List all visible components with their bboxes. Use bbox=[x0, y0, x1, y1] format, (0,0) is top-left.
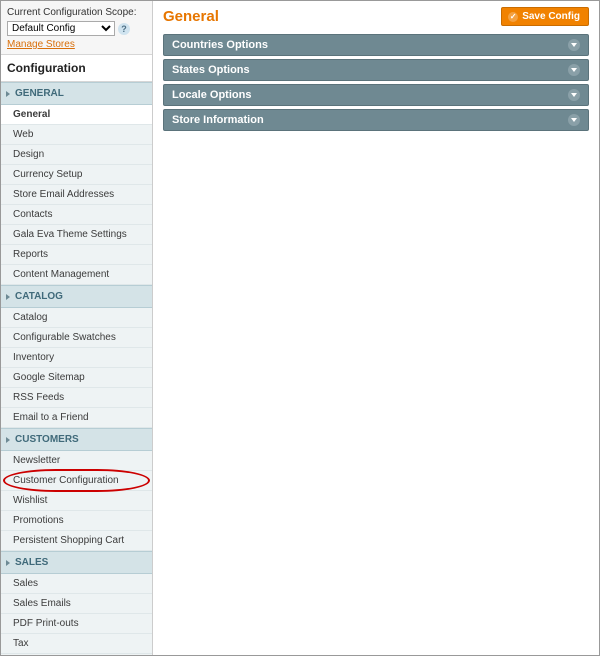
help-icon[interactable]: ? bbox=[118, 23, 130, 35]
nav-section-header[interactable]: CATALOG bbox=[1, 285, 152, 308]
nav-section-header[interactable]: SALES bbox=[1, 551, 152, 574]
sidebar-item[interactable]: Google Sitemap bbox=[1, 368, 152, 388]
sidebar-item[interactable]: Wishlist bbox=[1, 491, 152, 511]
fieldset-header[interactable]: States Options bbox=[163, 59, 589, 81]
scope-box: Current Configuration Scope: Default Con… bbox=[1, 1, 152, 55]
fieldset-label: Countries Options bbox=[172, 39, 268, 51]
configuration-heading: Configuration bbox=[1, 55, 152, 82]
nav-list: NewsletterCustomer ConfigurationWishlist… bbox=[1, 451, 152, 551]
fieldset-header[interactable]: Locale Options bbox=[163, 84, 589, 106]
sidebar-item[interactable]: Reports bbox=[1, 245, 152, 265]
save-config-label: Save Config bbox=[522, 11, 580, 22]
fieldset-label: Locale Options bbox=[172, 89, 251, 101]
sidebar-item[interactable]: General bbox=[1, 105, 152, 125]
main-content: General ✓ Save Config Countries Options S… bbox=[153, 1, 599, 655]
sidebar-item[interactable]: Checkout bbox=[1, 654, 152, 655]
sidebar-item[interactable]: Contacts bbox=[1, 205, 152, 225]
scope-label: Current Configuration Scope: bbox=[7, 7, 146, 18]
scope-select[interactable]: Default Config bbox=[7, 21, 115, 36]
chevron-down-icon bbox=[568, 39, 580, 51]
sidebar-item[interactable]: Newsletter bbox=[1, 451, 152, 471]
sidebar-item[interactable]: Currency Setup bbox=[1, 165, 152, 185]
save-config-button[interactable]: ✓ Save Config bbox=[501, 7, 589, 26]
chevron-down-icon bbox=[568, 114, 580, 126]
check-icon: ✓ bbox=[508, 12, 518, 22]
sidebar-item[interactable]: Design bbox=[1, 145, 152, 165]
page-title: General bbox=[163, 8, 219, 25]
fieldset-header[interactable]: Countries Options bbox=[163, 34, 589, 56]
nav-list: SalesSales EmailsPDF Print-outsTaxChecko… bbox=[1, 574, 152, 655]
nav-section-header[interactable]: CUSTOMERS bbox=[1, 428, 152, 451]
sidebar-item[interactable]: Sales Emails bbox=[1, 594, 152, 614]
sidebar-item[interactable]: Tax bbox=[1, 634, 152, 654]
chevron-down-icon bbox=[568, 89, 580, 101]
sidebar: Current Configuration Scope: Default Con… bbox=[1, 1, 153, 655]
manage-stores-link[interactable]: Manage Stores bbox=[7, 39, 75, 50]
sidebar-item[interactable]: Inventory bbox=[1, 348, 152, 368]
nav-list: CatalogConfigurable SwatchesInventoryGoo… bbox=[1, 308, 152, 428]
sidebar-item[interactable]: Email to a Friend bbox=[1, 408, 152, 428]
sidebar-item[interactable]: Store Email Addresses bbox=[1, 185, 152, 205]
sidebar-item[interactable]: Configurable Swatches bbox=[1, 328, 152, 348]
chevron-down-icon bbox=[568, 64, 580, 76]
sidebar-item[interactable]: Promotions bbox=[1, 511, 152, 531]
nav-list: GeneralWebDesignCurrency SetupStore Emai… bbox=[1, 105, 152, 285]
sidebar-item[interactable]: Persistent Shopping Cart bbox=[1, 531, 152, 551]
sidebar-item[interactable]: RSS Feeds bbox=[1, 388, 152, 408]
fieldset-header[interactable]: Store Information bbox=[163, 109, 589, 131]
fieldset-label: States Options bbox=[172, 64, 250, 76]
nav-section-header[interactable]: GENERAL bbox=[1, 82, 152, 105]
sidebar-item[interactable]: PDF Print-outs bbox=[1, 614, 152, 634]
sidebar-item[interactable]: Customer Configuration bbox=[1, 471, 152, 491]
sidebar-item[interactable]: Gala Eva Theme Settings bbox=[1, 225, 152, 245]
fieldset-label: Store Information bbox=[172, 114, 264, 126]
sidebar-item[interactable]: Sales bbox=[1, 574, 152, 594]
sidebar-item[interactable]: Content Management bbox=[1, 265, 152, 285]
sidebar-item[interactable]: Catalog bbox=[1, 308, 152, 328]
sidebar-item[interactable]: Web bbox=[1, 125, 152, 145]
